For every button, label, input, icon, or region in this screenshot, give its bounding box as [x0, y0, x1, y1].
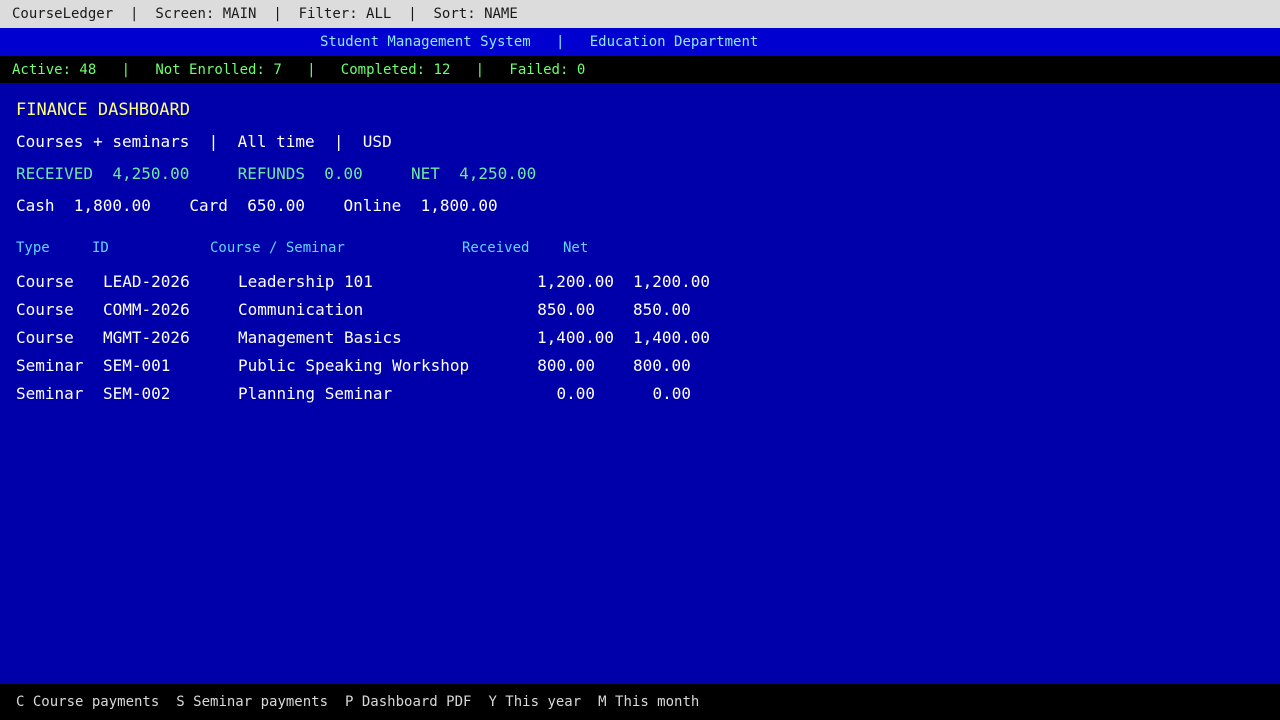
sort-indicator: Sort: NAME [433, 6, 518, 22]
screen-indicator: Screen: MAIN [155, 6, 257, 22]
online-value: 1,800.00 [420, 196, 498, 215]
page-title: FINANCE DASHBOARD [16, 100, 190, 120]
row-type: Course [16, 328, 74, 347]
enrollment-status-bar: Active: 48 | Not Enrolled: 7 | Completed… [0, 56, 1280, 83]
row-received: 0.00 [556, 384, 595, 403]
row-type: Course [16, 300, 74, 319]
failed-count: Failed: 0 [509, 61, 586, 78]
dashboard-scope-line: Courses + seminars | All time | USD [16, 132, 392, 151]
column-header-type: Type [16, 240, 50, 256]
cash-label: Cash [16, 196, 55, 215]
separator: | [307, 61, 316, 78]
this-year-key[interactable]: Y This year [488, 694, 581, 710]
table-row[interactable]: Seminar SEM-002 Planning Seminar 0.00 0.… [0, 384, 760, 412]
separator: | [408, 6, 417, 22]
table-row[interactable]: Seminar SEM-001 Public Speaking Workshop… [0, 356, 760, 384]
row-received: 800.00 [537, 356, 595, 375]
column-header-received: Received [462, 240, 530, 256]
active-count: Active: 48 [12, 61, 97, 78]
separator: | [208, 132, 219, 151]
separator: | [273, 6, 282, 22]
course-payments-key[interactable]: C Course payments [16, 694, 159, 710]
finance-dashboard: FINANCE DASHBOARD Courses + seminars | A… [0, 83, 1280, 684]
row-id: MGMT-2026 [103, 328, 190, 347]
scope-label: Courses + seminars [16, 132, 190, 151]
separator: | [333, 132, 344, 151]
not-enrolled-count: Not Enrolled: 7 [155, 61, 282, 78]
separator: | [475, 61, 485, 78]
department-name: Education Department [589, 34, 759, 50]
system-header-bar: Student Management System | Education De… [0, 28, 1280, 56]
row-id: SEM-002 [103, 384, 171, 403]
refunds-value: 0.00 [324, 164, 363, 183]
row-name: Public Speaking Workshop [238, 356, 470, 375]
currency-label: USD [362, 132, 392, 151]
row-received: 1,200.00 [536, 272, 614, 291]
net-label: NET [410, 164, 440, 183]
row-net: 1,200.00 [633, 272, 711, 291]
row-id: COMM-2026 [103, 300, 190, 319]
row-net: 850.00 [633, 300, 691, 319]
separator: | [121, 61, 131, 78]
row-received: 850.00 [537, 300, 595, 319]
app-name: CourseLedger [12, 6, 114, 22]
refunds-label: REFUNDS [237, 164, 305, 183]
row-name: Leadership 101 [238, 272, 373, 291]
card-label: Card [189, 196, 228, 215]
row-id: LEAD-2026 [103, 272, 190, 291]
completed-count: Completed: 12 [340, 61, 451, 78]
row-net: 800.00 [633, 356, 691, 375]
row-name: Planning Seminar [238, 384, 393, 403]
net-value: 4,250.00 [459, 164, 537, 183]
dashboard-pdf-key[interactable]: P Dashboard PDF [345, 694, 471, 710]
row-type: Seminar [16, 384, 84, 403]
function-key-bar: C Course payments S Seminar payments P D… [0, 684, 1280, 720]
period-label: All time [237, 132, 315, 151]
column-header-net: Net [563, 240, 589, 256]
separator: | [130, 6, 139, 22]
table-row[interactable]: Course MGMT-2026 Management Basics 1,400… [0, 328, 760, 356]
top-status-bar: CourseLedger | Screen: MAIN | Filter: AL… [0, 0, 1280, 28]
system-name: Student Management System [320, 34, 531, 50]
this-month-key[interactable]: M This month [598, 694, 699, 710]
cash-value: 1,800.00 [73, 196, 151, 215]
table-row[interactable]: Course COMM-2026 Communication 850.00 85… [0, 300, 760, 328]
row-received: 1,400.00 [536, 328, 614, 347]
row-net: 1,400.00 [633, 328, 711, 347]
received-value: 4,250.00 [112, 164, 190, 183]
table-row[interactable]: Course LEAD-2026 Leadership 101 1,200.00… [0, 272, 760, 300]
row-type: Course [16, 272, 74, 291]
card-value: 650.00 [247, 196, 305, 215]
column-header-name: Course / Seminar [210, 240, 345, 256]
payment-methods-line: Cash 1,800.00 Card 650.00 Online 1,800.0… [16, 196, 498, 215]
online-label: Online [343, 196, 402, 215]
received-label: RECEIVED [16, 164, 94, 183]
row-type: Seminar [16, 356, 84, 375]
filter-indicator: Filter: ALL [298, 6, 392, 22]
column-header-id: ID [92, 240, 109, 256]
row-name: Management Basics [238, 328, 402, 347]
row-name: Communication [238, 300, 364, 319]
totals-line: RECEIVED 4,250.00 REFUNDS 0.00 NET 4,250… [16, 164, 536, 183]
row-net: 0.00 [652, 384, 691, 403]
seminar-payments-key[interactable]: S Seminar payments [176, 694, 328, 710]
row-id: SEM-001 [103, 356, 171, 375]
